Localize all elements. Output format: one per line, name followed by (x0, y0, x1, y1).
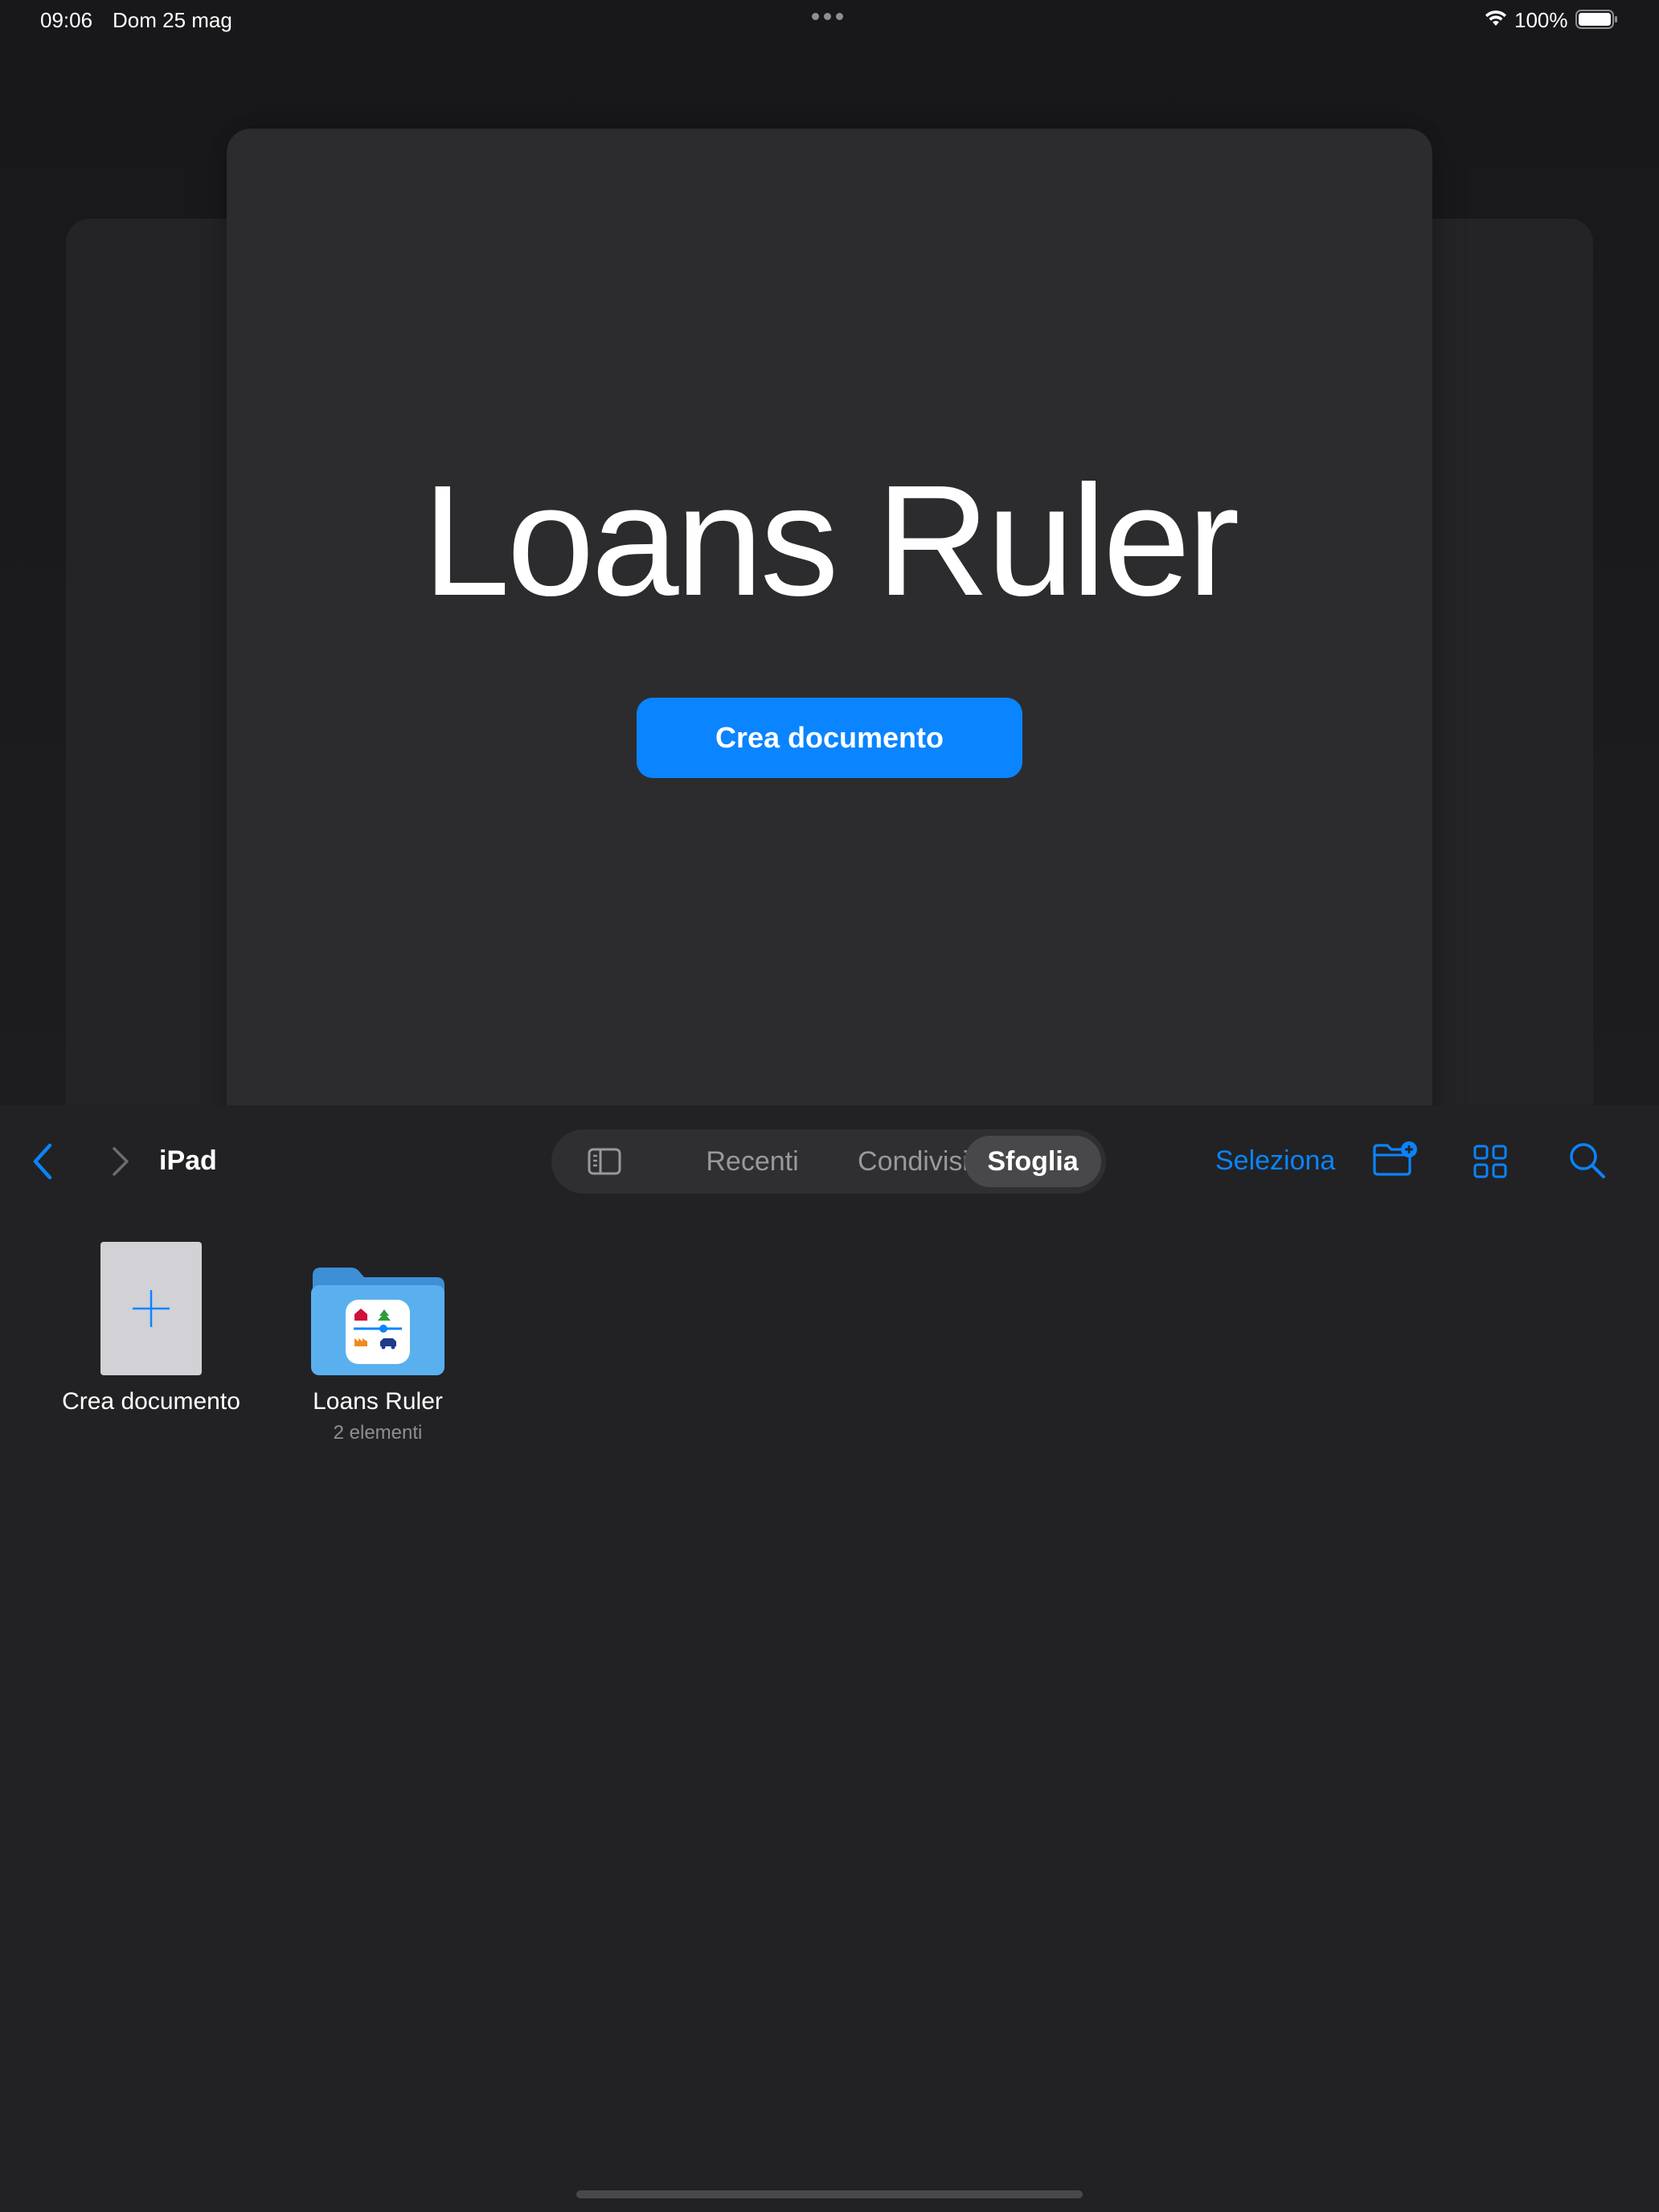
status-time: 09:06 (40, 8, 93, 32)
document-browser-hero: Loans Ruler Crea documento (0, 0, 1659, 1105)
battery-percentage: 100% (1514, 8, 1568, 32)
folder-item-loans-ruler[interactable]: Loans Ruler 2 elementi (289, 1242, 466, 1444)
back-chevron-icon[interactable] (29, 1141, 58, 1182)
select-button[interactable]: Seleziona (1215, 1145, 1335, 1177)
tab-recenti[interactable]: Recenti (664, 1129, 841, 1194)
app-title: Loans Ruler (422, 453, 1240, 629)
create-document-button[interactable]: Crea documento (637, 698, 1022, 778)
files-toolbar: iPad Recenti Condivisi Sfoglia Seleziona (0, 1105, 1659, 1218)
blank-document-thumbnail[interactable] (100, 1242, 202, 1375)
item-count: 2 elementi (333, 1422, 423, 1444)
status-date: Dom 25 mag (113, 8, 232, 32)
item-label: Loans Ruler (313, 1388, 443, 1415)
files-browser-screen: Loans Ruler Crea documento 09:06 Dom 25 … (0, 0, 1659, 2212)
create-document-item[interactable]: Crea documento (32, 1242, 270, 1415)
wifi-icon (1485, 10, 1506, 26)
tab-sfoglia[interactable]: Sfoglia (965, 1136, 1101, 1187)
location-title: iPad (159, 1145, 217, 1176)
view-segmented-control: Recenti Condivisi Sfoglia (551, 1129, 1106, 1194)
sidebar-toggle-icon[interactable] (587, 1147, 622, 1176)
home-indicator[interactable] (576, 2190, 1083, 2198)
plus-icon (133, 1290, 170, 1327)
loans-ruler-folder-icon (311, 1268, 444, 1375)
folder-icon[interactable] (309, 1242, 446, 1375)
grid-view-icon[interactable] (1473, 1144, 1508, 1179)
battery-icon (1575, 10, 1617, 29)
forward-chevron-icon[interactable] (106, 1141, 135, 1182)
multitasking-dots-icon[interactable] (812, 13, 843, 20)
new-folder-icon[interactable] (1371, 1141, 1419, 1178)
status-bar: 09:06 Dom 25 mag 100% (0, 0, 1659, 39)
file-grid: Crea documento Loans Ruler 2 elementi (0, 1218, 1659, 2212)
item-label: Crea documento (62, 1388, 240, 1415)
search-icon[interactable] (1567, 1141, 1608, 1181)
